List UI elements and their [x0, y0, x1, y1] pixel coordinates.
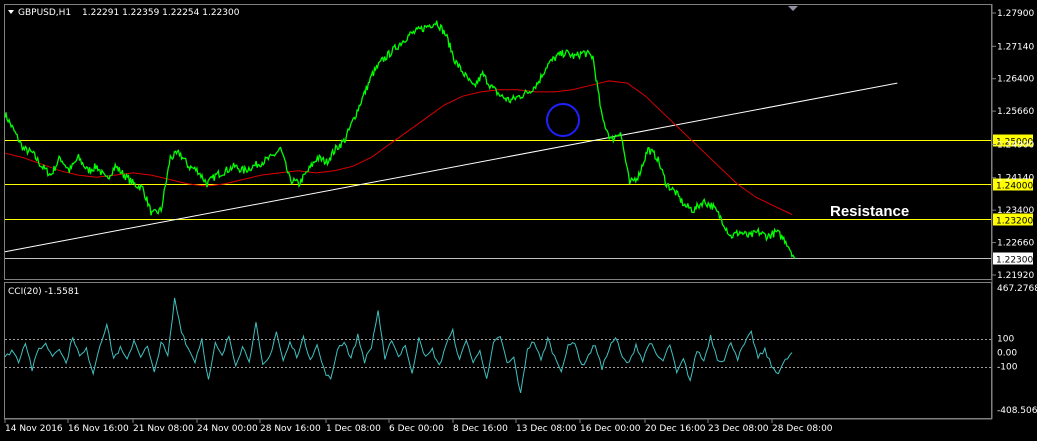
ohlc-label: 1.22291 1.22359 1.22254 1.22300	[82, 8, 240, 18]
cci-series-group	[4, 297, 991, 394]
time-tick-label-2: 21 Nov 08:00	[133, 424, 194, 434]
hline-price-label-2: 1.23200	[996, 217, 1033, 227]
price-series-group	[4, 20, 796, 259]
time-tick-label-9: 16 Dec 00:00	[580, 424, 641, 434]
moving-average-group	[4, 80, 793, 215]
resistance-annotation: Resistance	[830, 203, 909, 220]
time-tick-label-0: 14 Nov 2016	[5, 424, 63, 434]
time-tick-label-3: 24 Nov 00:00	[197, 424, 258, 434]
symbol-label: GBPUSD,H1	[18, 8, 71, 18]
price-tick-label-6: 1.23400	[997, 206, 1034, 216]
current-price-label: 1.22300	[996, 256, 1033, 266]
price-tick-label-5: 1.24140	[997, 174, 1034, 184]
moving-average-line	[4, 80, 793, 215]
chart-svg: GBPUSD,H1 1.22291 1.22359 1.22254 1.2230…	[4, 4, 1037, 434]
price-tick-label-1: 1.27140	[997, 42, 1034, 52]
cci-tick-label-1: 100	[997, 335, 1014, 345]
price-tick-label-3: 1.25660	[997, 107, 1034, 117]
cci-tick-label-4: -408.5069	[997, 406, 1037, 416]
time-tick-label-5: 1 Dec 08:00	[326, 424, 381, 434]
time-tick-label-10: 20 Dec 16:00	[645, 424, 706, 434]
time-tick-label-7: 8 Dec 16:00	[453, 424, 508, 434]
time-tick-label-1: 16 Nov 16:00	[68, 424, 129, 434]
time-tick-label-12: 28 Dec 08:00	[772, 424, 833, 434]
price-tick-label-8: 1.21920	[997, 271, 1034, 281]
cci-axis-labels: 467.2768 100 0.00 -100 -408.5069	[997, 284, 1037, 416]
price-line	[4, 20, 796, 259]
cci-tick-label-3: -100	[997, 363, 1018, 373]
trendline-group	[4, 82, 898, 253]
time-tick-label-6: 6 Dec 00:00	[389, 424, 444, 434]
price-tick-label-2: 1.26400	[997, 75, 1034, 85]
chart-window: GBPUSD,H1 1.22291 1.22359 1.22254 1.2230…	[0, 0, 1037, 441]
highlight-circle	[546, 103, 580, 137]
scroll-shift-icon[interactable]	[788, 6, 798, 11]
price-tick-label-4: 1.24900	[997, 140, 1034, 150]
time-tick-label-8: 13 Dec 08:00	[516, 424, 577, 434]
cci-panel-border	[4, 282, 992, 419]
time-axis-labels: 14 Nov 2016 16 Nov 16:00 21 Nov 08:00 24 No…	[4, 419, 833, 434]
cci-tick-label-0: 467.2768	[997, 284, 1037, 294]
price-panel-border	[4, 4, 992, 280]
time-tick-label-11: 23 Dec 08:00	[708, 424, 769, 434]
time-tick-label-4: 28 Nov 16:00	[260, 424, 321, 434]
cci-tick-label-2: 0.00	[997, 349, 1017, 359]
price-tick-label-7: 1.22660	[997, 239, 1034, 249]
price-axis-labels: 1.27900 1.27140 1.26400 1.25660 1.24900 1.241…	[992, 9, 1034, 281]
cci-label: CCI(20) -1.5581	[8, 287, 79, 297]
price-tick-label-0: 1.27900	[997, 9, 1034, 19]
cci-line	[4, 297, 793, 394]
menu-triangle-icon[interactable]	[8, 10, 14, 14]
trendline[interactable]	[4, 82, 898, 253]
